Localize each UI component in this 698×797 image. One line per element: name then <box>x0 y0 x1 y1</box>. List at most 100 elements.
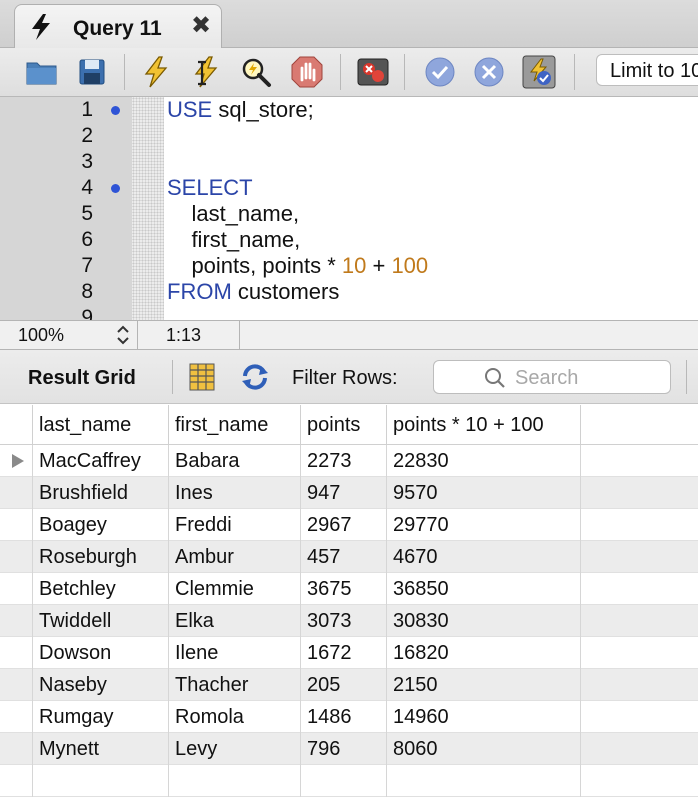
table-cell[interactable]: 2273 <box>301 445 387 477</box>
sql-text: last_name, <box>167 201 300 226</box>
autocommit-toggle[interactable] <box>521 54 557 90</box>
sql-editor[interactable]: 1 2 3 4 5 6 7 8 9 USE sql_store; SELECT last_name… <box>0 97 698 320</box>
table-cell[interactable]: Mynett <box>33 733 169 765</box>
table-cell[interactable]: 205 <box>301 669 387 701</box>
table-cell[interactable]: 1672 <box>301 637 387 669</box>
lightning-cursor-icon <box>194 56 218 88</box>
table-cell[interactable]: Freddi <box>169 509 301 541</box>
grid-columns-icon[interactable] <box>188 362 216 392</box>
column-header[interactable]: points <box>301 405 387 445</box>
table-row[interactable]: Naseby Thacher 205 2150 <box>0 669 698 701</box>
table-cell[interactable]: 2967 <box>301 509 387 541</box>
rollback-button[interactable] <box>471 54 507 90</box>
result-grid[interactable]: last_name first_name points points * 10 … <box>0 405 698 797</box>
table-cell[interactable]: MacCaffrey <box>33 445 169 477</box>
table-cell[interactable]: 457 <box>301 541 387 573</box>
save-button[interactable] <box>74 54 110 90</box>
limit-rows-select[interactable]: Limit to 1000 rows <box>596 54 698 86</box>
execute-button[interactable] <box>138 54 174 90</box>
table-cell[interactable]: 14960 <box>387 701 581 733</box>
table-cell[interactable]: Dowson <box>33 637 169 669</box>
zoom-stepper-icon[interactable] <box>114 323 132 347</box>
table-cell[interactable]: Rumgay <box>33 701 169 733</box>
table-cell[interactable] <box>387 765 581 797</box>
table-cell[interactable]: 796 <box>301 733 387 765</box>
code-line: last_name, <box>167 201 299 227</box>
column-header[interactable]: points * 10 + 100 <box>387 405 581 445</box>
table-cell[interactable] <box>169 765 301 797</box>
table-cell[interactable]: Boagey <box>33 509 169 541</box>
table-cell[interactable]: Twiddell <box>33 605 169 637</box>
cancel-icon <box>474 57 504 87</box>
table-cell[interactable] <box>301 765 387 797</box>
result-grid-title[interactable]: Result Grid <box>28 367 136 390</box>
table-cell[interactable]: Naseby <box>33 669 169 701</box>
status-separator <box>239 321 240 351</box>
table-cell[interactable]: 29770 <box>387 509 581 541</box>
row-header[interactable] <box>0 765 33 797</box>
table-row[interactable]: Boagey Freddi 2967 29770 <box>0 509 698 541</box>
filter-search-input[interactable]: Search <box>433 360 671 394</box>
empty-row[interactable] <box>0 765 698 797</box>
table-row[interactable]: MacCaffrey Babara 2273 22830 <box>0 445 698 477</box>
table-cell[interactable]: Thacher <box>169 669 301 701</box>
row-header[interactable] <box>0 605 33 637</box>
row-header[interactable] <box>0 701 33 733</box>
table-cell[interactable]: 947 <box>301 477 387 509</box>
explain-button[interactable] <box>238 54 274 90</box>
table-cell[interactable]: Levy <box>169 733 301 765</box>
table-cell[interactable]: 9570 <box>387 477 581 509</box>
table-row[interactable]: Roseburgh Ambur 457 4670 <box>0 541 698 573</box>
table-cell[interactable]: 22830 <box>387 445 581 477</box>
table-cell[interactable] <box>33 765 169 797</box>
table-row[interactable]: Rumgay Romola 1486 14960 <box>0 701 698 733</box>
table-cell[interactable]: 30830 <box>387 605 581 637</box>
table-row[interactable]: Dowson Ilene 1672 16820 <box>0 637 698 669</box>
table-cell[interactable]: 4670 <box>387 541 581 573</box>
table-cell[interactable]: 1486 <box>301 701 387 733</box>
tab-query[interactable]: Query 11 ✖ <box>14 4 222 49</box>
column-header[interactable]: last_name <box>33 405 169 445</box>
table-cell[interactable]: 3675 <box>301 573 387 605</box>
table-cell[interactable]: Romola <box>169 701 301 733</box>
refresh-icon[interactable] <box>238 362 272 392</box>
commit-button[interactable] <box>422 54 458 90</box>
open-folder-button[interactable] <box>24 54 60 90</box>
row-header[interactable] <box>0 477 33 509</box>
close-icon[interactable]: ✖ <box>191 14 211 38</box>
tab-title: Query 11 <box>73 17 162 40</box>
row-header[interactable] <box>0 509 33 541</box>
table-row[interactable]: Betchley Clemmie 3675 36850 <box>0 573 698 605</box>
table-cell[interactable]: Roseburgh <box>33 541 169 573</box>
sql-text: sql_store; <box>212 97 314 122</box>
table-cell[interactable]: Ines <box>169 477 301 509</box>
table-cell[interactable]: 8060 <box>387 733 581 765</box>
table-cell[interactable]: 3073 <box>301 605 387 637</box>
table-cell[interactable]: Clemmie <box>169 573 301 605</box>
row-header[interactable] <box>0 573 33 605</box>
table-cell[interactable]: Ilene <box>169 637 301 669</box>
column-header[interactable]: first_name <box>169 405 301 445</box>
table-row[interactable]: Brushfield Ines 947 9570 <box>0 477 698 509</box>
table-cell[interactable]: Betchley <box>33 573 169 605</box>
row-header[interactable] <box>0 445 33 477</box>
row-header[interactable] <box>0 541 33 573</box>
table-cell[interactable]: 2150 <box>387 669 581 701</box>
table-row[interactable]: Mynett Levy 796 8060 <box>0 733 698 765</box>
table-row[interactable]: Twiddell Elka 3073 30830 <box>0 605 698 637</box>
zoom-level[interactable]: 100% <box>18 325 64 346</box>
table-cell[interactable]: Babara <box>169 445 301 477</box>
table-cell[interactable]: Ambur <box>169 541 301 573</box>
stop-on-error-toggle[interactable] <box>355 54 391 90</box>
table-cell[interactable]: Elka <box>169 605 301 637</box>
table-cell[interactable]: 36850 <box>387 573 581 605</box>
row-header[interactable] <box>0 669 33 701</box>
stop-button[interactable] <box>289 54 325 90</box>
row-header[interactable] <box>0 733 33 765</box>
execute-current-button[interactable] <box>188 54 224 90</box>
table-cell[interactable]: Brushfield <box>33 477 169 509</box>
table-cell[interactable]: 16820 <box>387 637 581 669</box>
search-icon <box>485 368 505 388</box>
row-header-corner <box>0 405 33 445</box>
row-header[interactable] <box>0 637 33 669</box>
